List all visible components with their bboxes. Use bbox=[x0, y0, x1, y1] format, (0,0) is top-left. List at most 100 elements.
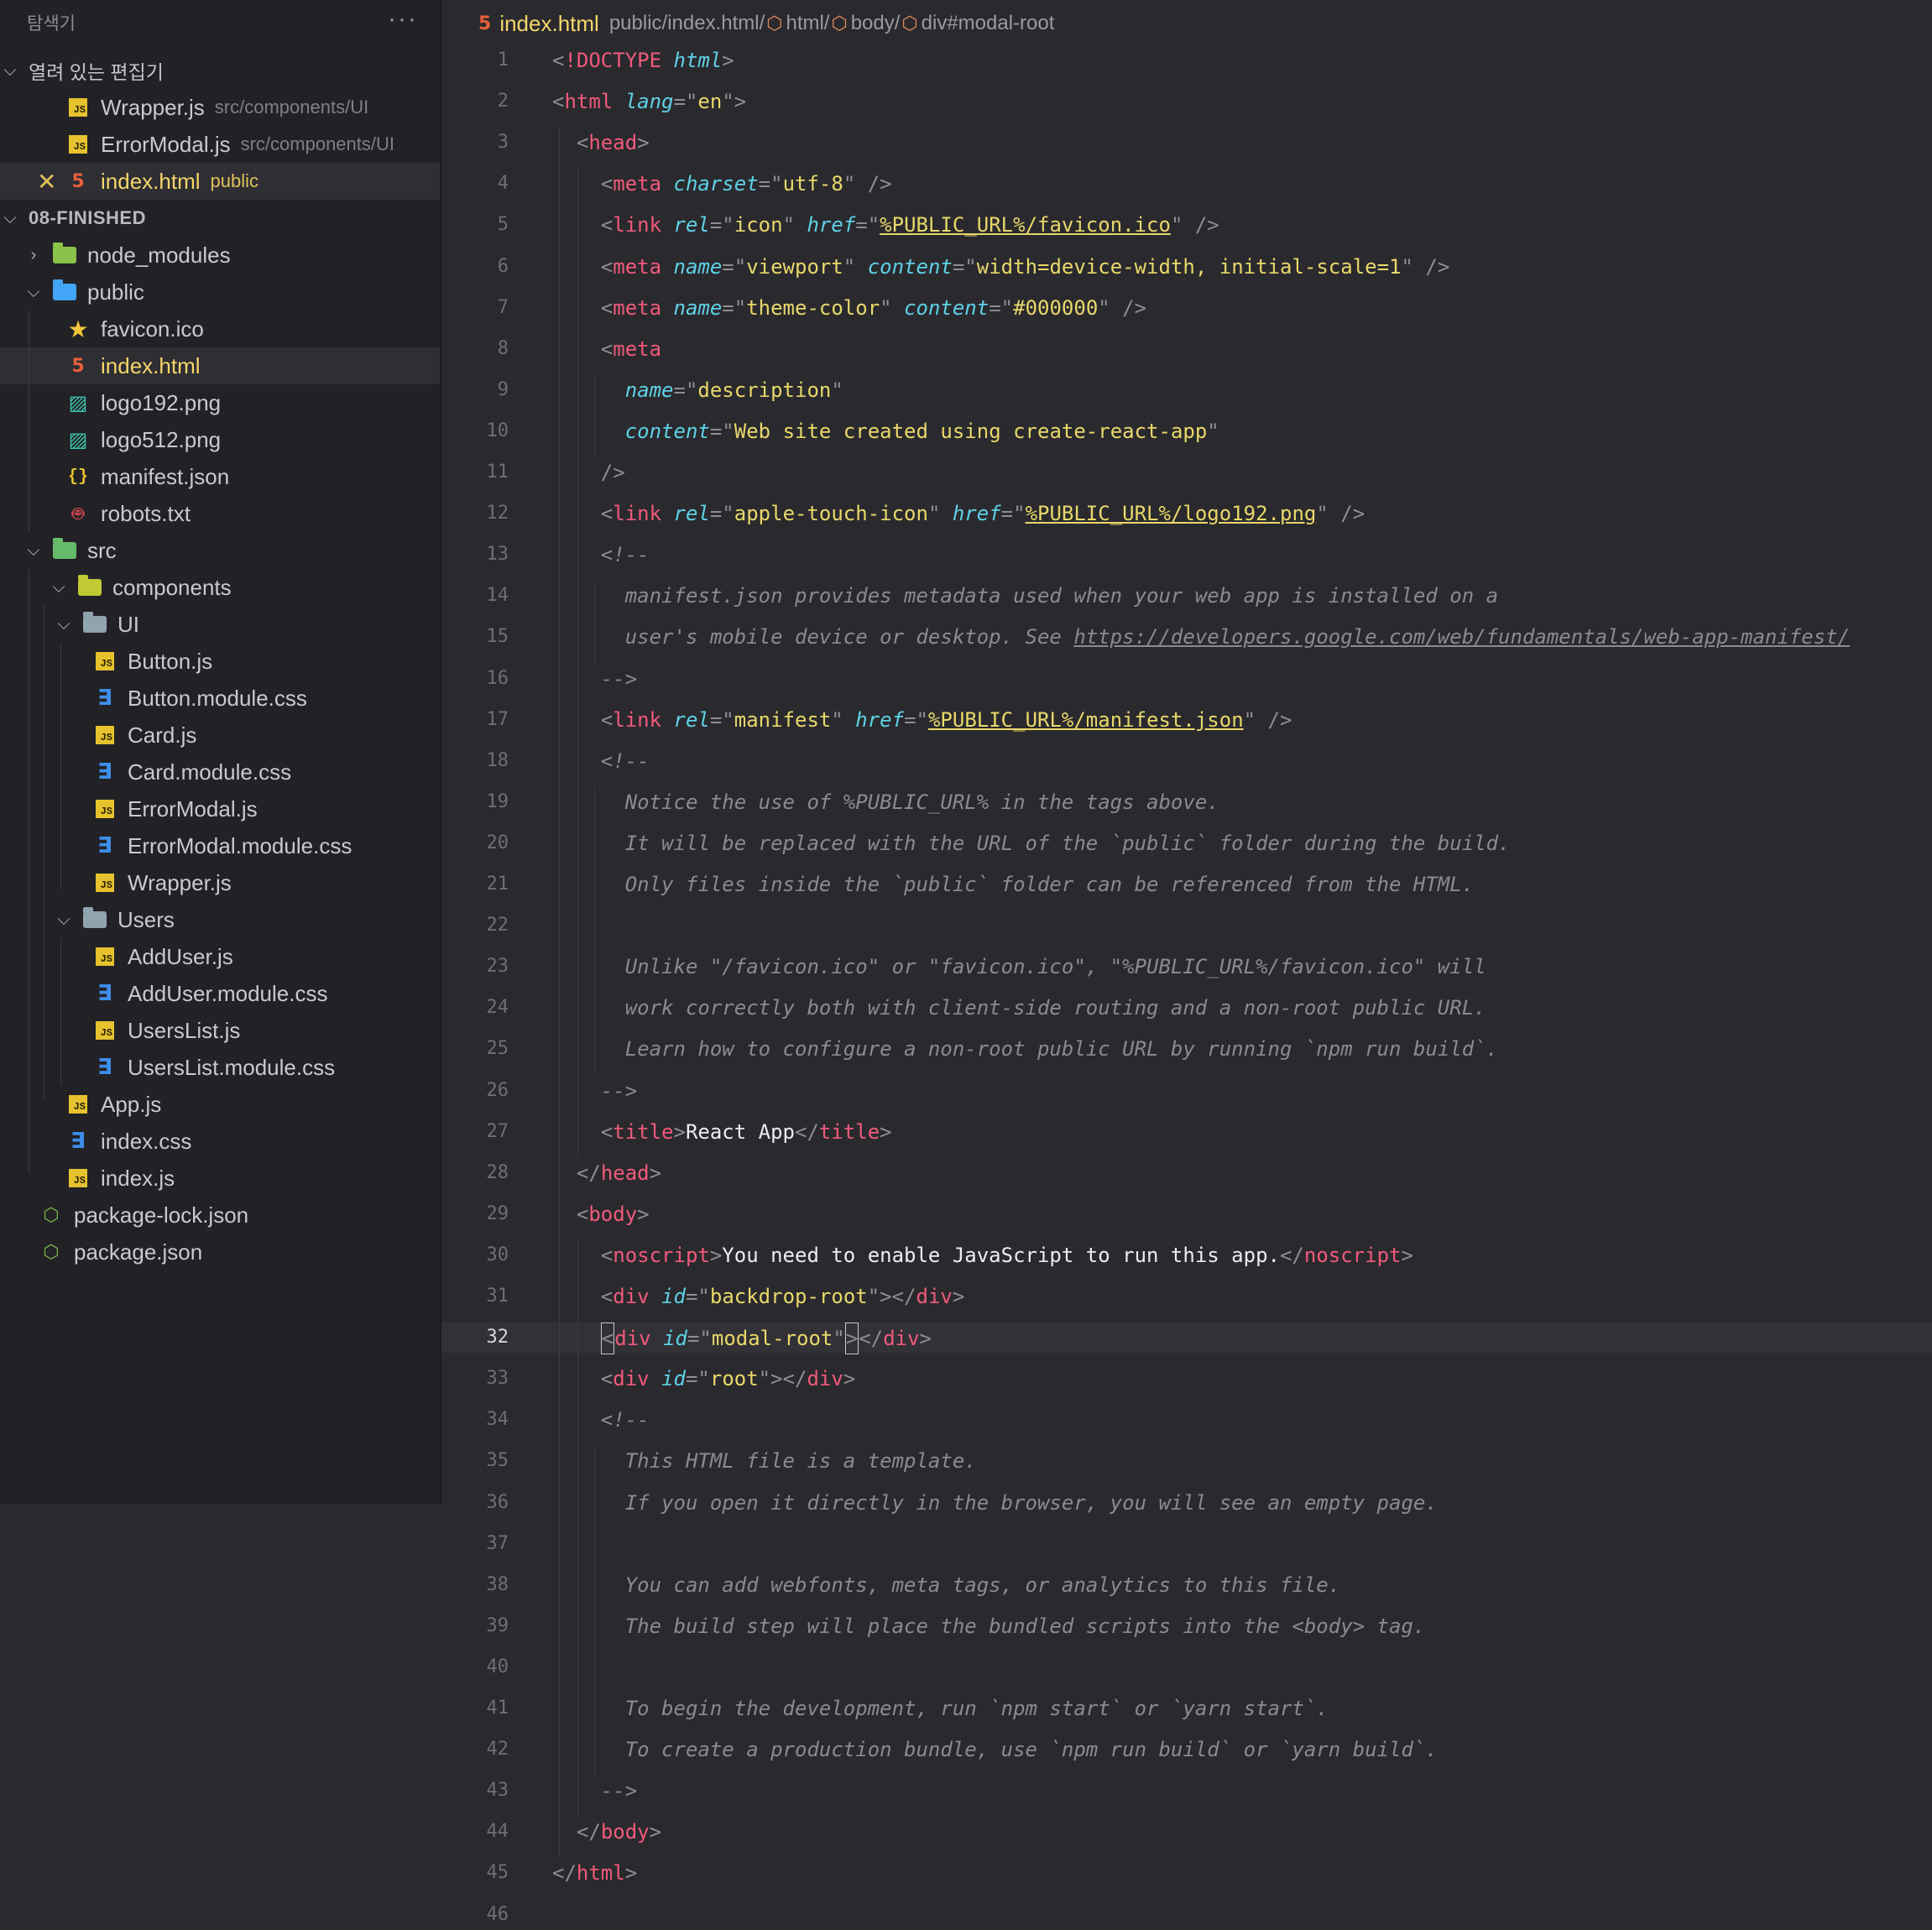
code-token: </ bbox=[1279, 1243, 1304, 1267]
code-line[interactable]: 31 <div id="backdrop-root"></div> bbox=[441, 1281, 1932, 1312]
file-favicon-ico[interactable]: ★ favicon.ico bbox=[0, 310, 440, 347]
breadcrumb-body[interactable]: body/ bbox=[851, 12, 901, 35]
file-package-json[interactable]: ⬡ package.json bbox=[0, 1234, 440, 1270]
file-app-js[interactable]: JS App.js bbox=[0, 1086, 440, 1123]
code-line[interactable]: 23 Unlike "/favicon.ico" or "favicon.ico… bbox=[441, 952, 1932, 982]
code-line[interactable]: 39 The build step will place the bundled… bbox=[441, 1611, 1932, 1641]
file-errormodal-module-css[interactable]: ∃ ErrorModal.module.css bbox=[0, 827, 440, 864]
folder-src[interactable]: ⌵ src bbox=[0, 532, 440, 569]
code-line[interactable]: 37 bbox=[441, 1529, 1932, 1559]
file-userslist-js[interactable]: JS UsersList.js bbox=[0, 1012, 440, 1049]
folder-users[interactable]: ⌵ Users bbox=[0, 901, 440, 938]
chevron-right-icon: › bbox=[30, 245, 37, 264]
file-adduser-module-css[interactable]: ∃ AddUser.module.css bbox=[0, 975, 440, 1012]
code-line[interactable]: 19 Notice the use of %PUBLIC_URL% in the… bbox=[441, 787, 1932, 817]
code-line[interactable]: 22 bbox=[441, 910, 1932, 941]
folder-node-modules[interactable]: › node_modules bbox=[0, 237, 440, 274]
code-token: head bbox=[588, 131, 638, 155]
open-editor-item-errormodal[interactable]: JS ErrorModal.js src/components/UI bbox=[0, 126, 440, 163]
breadcrumb-div[interactable]: div#modal-root bbox=[922, 12, 1055, 35]
code-line[interactable]: 7 <meta name="theme-color" content="#000… bbox=[441, 293, 1932, 323]
code-line[interactable]: 40 bbox=[441, 1652, 1932, 1682]
project-folder-header[interactable]: ⌵ 08-FINISHED bbox=[0, 200, 440, 237]
file-manifest-json[interactable]: {} manifest.json bbox=[0, 458, 440, 495]
js-file-icon: JS bbox=[92, 944, 117, 969]
file-button-js[interactable]: JS Button.js bbox=[0, 643, 440, 680]
code-line[interactable]: 16 --> bbox=[441, 664, 1932, 694]
code-line[interactable]: 3 <head> bbox=[441, 128, 1932, 158]
code-token: " /> bbox=[1401, 254, 1450, 279]
file-index-html[interactable]: 5 index.html bbox=[0, 347, 440, 384]
code-text: To begin the development, run `npm start… bbox=[552, 1693, 1329, 1724]
file-userslist-module-css[interactable]: ∃ UsersList.module.css bbox=[0, 1049, 440, 1086]
code-line[interactable]: 33 <div id="root"></div> bbox=[441, 1364, 1932, 1394]
code-line[interactable]: 12 <link rel="apple-touch-icon" href="%P… bbox=[441, 498, 1932, 529]
breadcrumb-html[interactable]: html/ bbox=[786, 12, 829, 35]
code-line[interactable]: 24 work correctly both with client-side … bbox=[441, 993, 1932, 1023]
code-line[interactable]: 8 <meta bbox=[441, 334, 1932, 364]
file-index-js[interactable]: JS index.js bbox=[0, 1160, 440, 1197]
code-line[interactable]: 44 </body> bbox=[441, 1817, 1932, 1847]
folder-ui[interactable]: ⌵ UI bbox=[0, 606, 440, 643]
code-line[interactable]: 11 /> bbox=[441, 457, 1932, 488]
code-line[interactable]: 32 <div id="modal-root"></div> bbox=[441, 1322, 1932, 1355]
open-editor-item-index-html[interactable]: ✕ 5 index.html public bbox=[0, 163, 440, 200]
code-line[interactable]: 35 This HTML file is a template. bbox=[441, 1446, 1932, 1476]
code-line[interactable]: 28 </head> bbox=[441, 1158, 1932, 1188]
code-line[interactable]: 15 user's mobile device or desktop. See … bbox=[441, 622, 1932, 652]
file-package-lock-json[interactable]: ⬡ package-lock.json bbox=[0, 1197, 440, 1234]
file-logo512-png[interactable]: ▨ logo512.png bbox=[0, 421, 440, 458]
code-line[interactable]: 17 <link rel="manifest" href="%PUBLIC_UR… bbox=[441, 705, 1932, 735]
code-line[interactable]: 1 <!DOCTYPE html> bbox=[441, 45, 1932, 76]
code-line[interactable]: 25 Learn how to configure a non-root pub… bbox=[441, 1034, 1932, 1064]
file-errormodal-js[interactable]: JS ErrorModal.js bbox=[0, 790, 440, 827]
breadcrumb-file[interactable]: index.html bbox=[499, 11, 599, 37]
code-line[interactable]: 30 <noscript>You need to enable JavaScri… bbox=[441, 1240, 1932, 1270]
close-icon[interactable]: ✕ bbox=[37, 168, 56, 196]
breadcrumb-path[interactable]: public/index.html/ bbox=[609, 12, 765, 35]
open-editors-header[interactable]: ⌵ 열려 있는 편집기 bbox=[0, 52, 440, 89]
file-adduser-js[interactable]: JS AddUser.js bbox=[0, 938, 440, 975]
code-line[interactable]: 9 name="description" bbox=[441, 375, 1932, 405]
file-robots-txt[interactable]: 🤖︎ robots.txt bbox=[0, 495, 440, 532]
file-card-module-css[interactable]: ∃ Card.module.css bbox=[0, 754, 440, 790]
file-wrapper-js[interactable]: JS Wrapper.js bbox=[0, 864, 440, 901]
code-line[interactable]: 46 bbox=[441, 1900, 1932, 1930]
code-line[interactable]: 26 --> bbox=[441, 1076, 1932, 1106]
code-line[interactable]: 38 You can add webfonts, meta tags, or a… bbox=[441, 1570, 1932, 1600]
code-token: > bbox=[673, 1119, 686, 1144]
code-line[interactable]: 13 <!-- bbox=[441, 540, 1932, 570]
code-line[interactable]: 10 content="Web site created using creat… bbox=[441, 416, 1932, 446]
open-editor-item-wrapper[interactable]: JS Wrapper.js src/components/UI bbox=[0, 89, 440, 126]
chevron-down-icon: ⌵ bbox=[3, 208, 17, 227]
more-actions-icon[interactable]: ··· bbox=[388, 5, 418, 34]
file-index-css[interactable]: ∃ index.css bbox=[0, 1123, 440, 1160]
code-line[interactable]: 4 <meta charset="utf-8" /> bbox=[441, 169, 1932, 199]
folder-components[interactable]: ⌵ components bbox=[0, 569, 440, 606]
line-number: 30 bbox=[486, 1244, 509, 1265]
code-line[interactable]: 20 It will be replaced with the URL of t… bbox=[441, 828, 1932, 858]
code-line[interactable]: 45 </html> bbox=[441, 1858, 1932, 1888]
code-line[interactable]: 6 <meta name="viewport" content="width=d… bbox=[441, 252, 1932, 282]
code-line[interactable]: 2 <html lang="en"> bbox=[441, 86, 1932, 117]
code-line[interactable]: 29 <body> bbox=[441, 1199, 1932, 1229]
code-line[interactable]: 27 <title>React App</title> bbox=[441, 1117, 1932, 1147]
code-line[interactable]: 41 To begin the development, run `npm st… bbox=[441, 1693, 1932, 1724]
code-line[interactable]: 34 <!-- bbox=[441, 1405, 1932, 1435]
code-line[interactable]: 21 Only files inside the `public` folder… bbox=[441, 869, 1932, 900]
code-line[interactable]: 36 If you open it directly in the browse… bbox=[441, 1488, 1932, 1518]
code-line[interactable]: 5 <link rel="icon" href="%PUBLIC_URL%/fa… bbox=[441, 210, 1932, 240]
code-line[interactable]: 14 manifest.json provides metadata used … bbox=[441, 581, 1932, 611]
tree-item-label: index.css bbox=[101, 1128, 192, 1154]
file-card-js[interactable]: JS Card.js bbox=[0, 717, 440, 754]
file-button-module-css[interactable]: ∃ Button.module.css bbox=[0, 680, 440, 717]
css-file-icon: ∃ bbox=[70, 1129, 86, 1154]
line-number: 39 bbox=[486, 1614, 509, 1636]
code-line[interactable]: 18 <!-- bbox=[441, 746, 1932, 776]
code-line[interactable]: 42 To create a production bundle, use `n… bbox=[441, 1734, 1932, 1765]
file-logo192-png[interactable]: ▨ logo192.png bbox=[0, 384, 440, 421]
line-number: 37 bbox=[486, 1532, 509, 1554]
code-line[interactable]: 43 --> bbox=[441, 1776, 1932, 1806]
folder-public[interactable]: ⌵ public bbox=[0, 274, 440, 310]
